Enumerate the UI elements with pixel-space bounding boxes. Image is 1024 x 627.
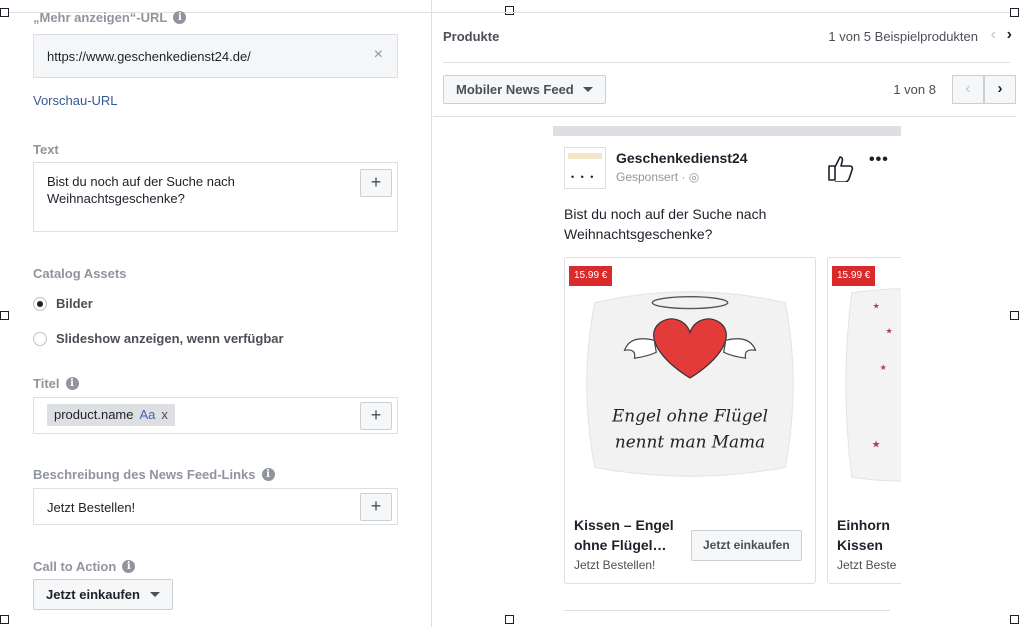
cta-label: Call to Action i [33,559,136,574]
product-name-token[interactable]: product.name Aa x [47,404,175,426]
shop-now-button[interactable]: Jetzt einkaufen [691,530,802,561]
radio-selected-icon[interactable] [33,296,47,311]
logo-dots: • • • [571,172,596,182]
newsfeed-desc-field[interactable]: Jetzt Bestellen! + [33,488,398,525]
placement-dropdown[interactable]: Mobiler News Feed [443,75,606,104]
sponsored-label: Gesponsert · ◎ [616,170,700,184]
text-label: Text [33,142,59,157]
text-value: Bist du noch auf der Suche nach Weihnach… [47,174,235,206]
info-icon[interactable]: i [122,560,136,573]
star-icon: ★ [872,439,881,450]
chevron-down-icon [582,87,593,92]
preview-panel: Produkte 1 von 5 Beispielprodukten ‹ › M… [433,0,1024,627]
radio-images[interactable]: Bilder [33,296,93,311]
url-value: https://www.geschenkedienst24.de/ [47,49,251,64]
product-image[interactable]: ★ ★ ★ ★ [828,258,901,508]
title-field[interactable]: product.name Aa x + [33,397,398,434]
chevron-down-icon [149,592,160,597]
price-badge: 15.99 € [569,266,613,286]
next-product-icon[interactable]: › [1007,26,1012,44]
add-desc-button[interactable]: + [360,493,392,521]
carousel-card[interactable]: 15.99 € Engel ohne Flügel nennt man Mama… [564,257,816,584]
product-image[interactable]: Engel ohne Flügel nennt man Mama [565,258,815,508]
next-page-button[interactable]: › [984,75,1016,104]
info-icon[interactable]: i [65,377,79,390]
card-title[interactable]: Einhorn Kissen [837,515,901,555]
info-icon[interactable]: i [173,11,187,24]
price-badge: 15.99 € [832,266,876,286]
more-url-label: „Mehr anzeigen“-URL i [33,10,187,25]
ad-text: Bist du noch auf der Suche nach Weihnach… [564,206,767,242]
logo-strip [568,153,602,159]
radio-slideshow[interactable]: Slideshow anzeigen, wenn verfügbar [33,331,284,346]
card-title[interactable]: Kissen – Engel ohne Flügel… [574,515,694,555]
radio-unselected-icon[interactable] [33,331,47,346]
star-icon: ★ [886,326,893,335]
clear-icon[interactable]: × [374,46,383,64]
token-format-label: Aa [139,407,156,422]
products-title: Produkte [443,29,500,44]
globe-icon: ◎ [688,170,700,184]
like-icon[interactable] [826,154,856,182]
star-icon: ★ [873,302,880,311]
title-label: Titel i [33,376,79,391]
preview-url-link[interactable]: Vorschau-URL [33,93,118,108]
add-title-button[interactable]: + [360,402,392,430]
cta-dropdown[interactable]: Jetzt einkaufen [33,579,173,610]
add-text-button[interactable]: + [360,169,392,197]
sample-count: 1 von 5 Beispielprodukten [828,29,978,44]
page-count: 1 von 8 [893,82,936,97]
page-name[interactable]: Geschenkedienst24 [616,150,748,166]
prev-product-icon[interactable]: ‹ [991,26,996,44]
divider [564,610,890,611]
card-desc: Jetzt Bestellen! [574,558,656,572]
more-options-icon[interactable]: ••• [869,151,889,169]
newsfeed-desc-label: Beschreibung des News Feed-Links i [33,467,275,482]
ad-settings-panel: „Mehr anzeigen“-URL i https://www.gesche… [0,0,432,627]
preview-top-bar [553,126,901,136]
avatar[interactable]: • • • [564,147,606,189]
text-field[interactable]: Bist du noch auf der Suche nach Weihnach… [33,162,398,232]
divider [433,116,1016,117]
token-remove-icon[interactable]: x [161,404,168,426]
info-icon[interactable]: i [261,468,275,481]
ad-preview: • • • Geschenkedienst24 Gesponsert · ◎ •… [553,126,901,627]
card-desc: Jetzt Beste [837,558,897,572]
pillow-text-line1: Engel ohne Flügel [611,406,768,426]
prev-page-button[interactable]: ‹ [952,75,984,104]
star-icon: ★ [880,363,887,372]
pillow-text-line2: nennt man Mama [615,431,765,451]
more-url-field[interactable]: https://www.geschenkedienst24.de/ × [33,34,398,78]
newsfeed-desc-value: Jetzt Bestellen! [47,500,136,515]
carousel-card[interactable]: 15.99 € ★ ★ ★ ★ Einhorn Kissen Jetzt Bes… [827,257,901,584]
divider [443,62,1010,63]
catalog-assets-label: Catalog Assets [33,266,127,281]
